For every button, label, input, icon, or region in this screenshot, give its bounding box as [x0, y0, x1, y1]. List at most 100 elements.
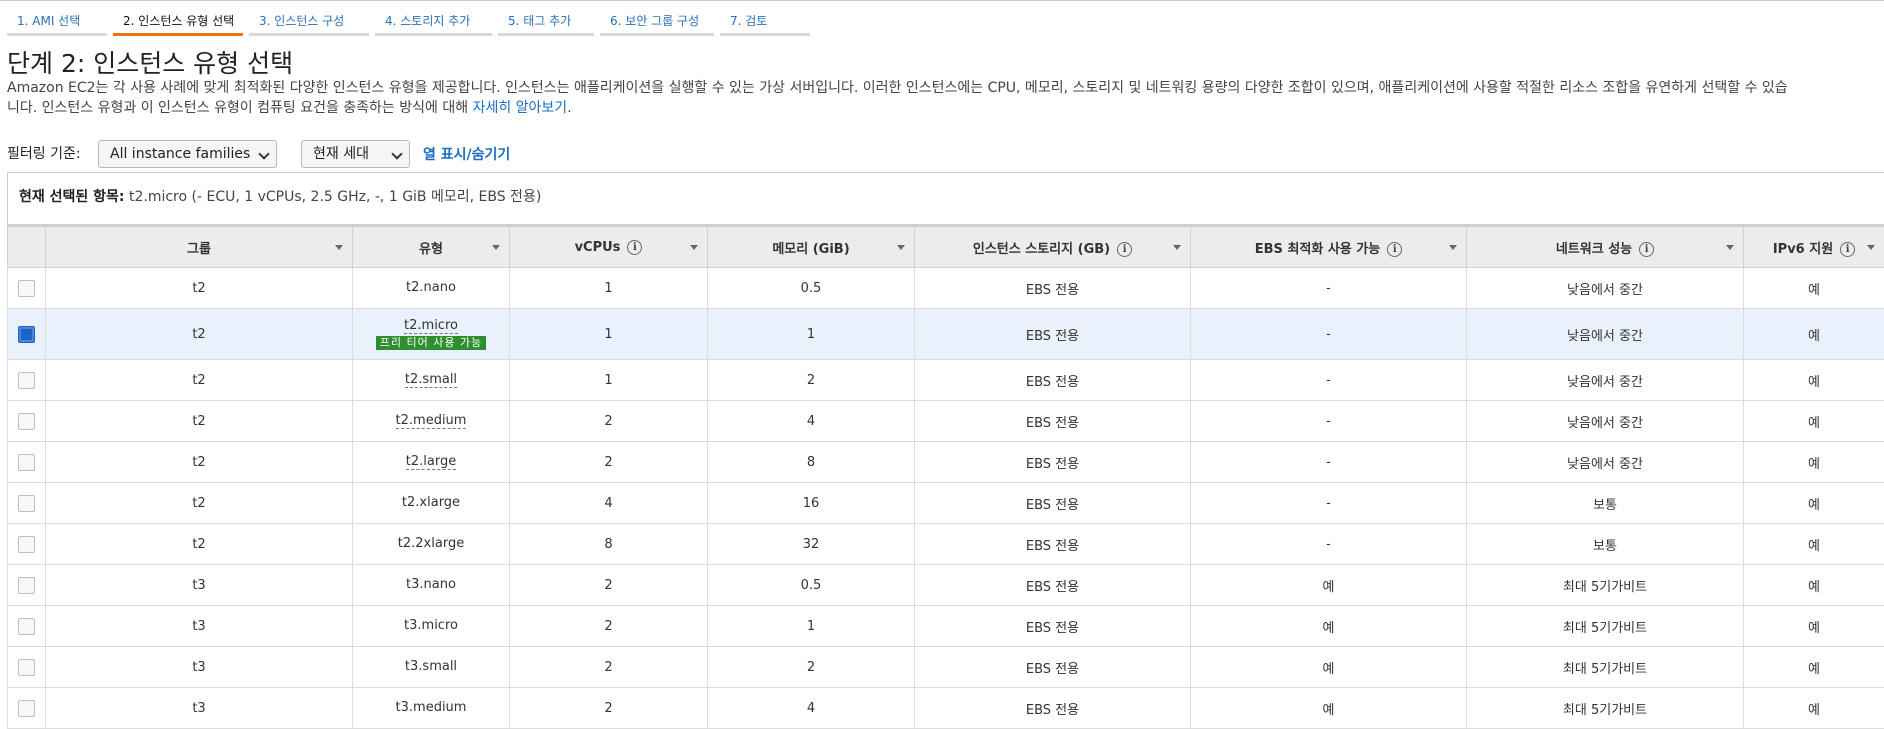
cell-vcpus: 1 — [510, 309, 708, 360]
sort-icon — [1449, 245, 1457, 250]
header-type[interactable]: 유형 — [353, 226, 510, 268]
show-hide-columns-link[interactable]: 열 표시/숨기기 — [423, 144, 510, 164]
row-checkbox[interactable] — [18, 280, 35, 297]
header-ipv6[interactable]: IPv6 지원i — [1744, 226, 1884, 268]
cell-type: t3.medium — [353, 688, 510, 729]
cell-vcpus: 2 — [510, 442, 708, 483]
header-group[interactable]: 그룹 — [46, 226, 353, 268]
table-row[interactable]: t3t3.medium24EBS 전용예최대 5기가비트예 — [8, 688, 1884, 729]
table-row[interactable]: t2t2.small12EBS 전용-낮음에서 중간예 — [8, 360, 1884, 401]
cell-group: t2 — [46, 360, 353, 401]
step-ami[interactable]: 1. AMI 선택 — [7, 2, 107, 36]
row-checkbox[interactable] — [18, 413, 35, 430]
instance-type-name: t3.medium — [396, 700, 467, 715]
table-row[interactable]: t3t3.small22EBS 전용예최대 5기가비트예 — [8, 647, 1884, 688]
page-title: 단계 2: 인스턴스 유형 선택 — [7, 44, 293, 80]
cell-type: t2.micro프리 티어 사용 가능 — [353, 309, 510, 360]
info-icon[interactable]: i — [1387, 242, 1402, 257]
step-configure[interactable]: 3. 인스턴스 구성 — [249, 2, 369, 36]
table-row[interactable]: t2t2.large28EBS 전용-낮음에서 중간예 — [8, 442, 1884, 483]
cell-ipv6: 예 — [1744, 268, 1884, 309]
row-checkbox[interactable] — [18, 454, 35, 471]
row-select-cell — [8, 606, 46, 647]
sort-icon — [690, 245, 698, 250]
cell-ipv6: 예 — [1744, 524, 1884, 565]
instance-type-name: t2.small — [405, 372, 457, 388]
table-row[interactable]: t3t3.nano20.5EBS 전용예최대 5기가비트예 — [8, 565, 1884, 606]
step-tags[interactable]: 5. 태그 추가 — [498, 2, 594, 36]
sort-icon — [897, 245, 905, 250]
row-select-cell — [8, 483, 46, 524]
current-selection-label: 현재 선택된 항목: — [19, 189, 125, 205]
instance-type-name: t2.2xlarge — [398, 536, 464, 551]
header-select — [8, 226, 46, 268]
info-icon[interactable]: i — [627, 240, 642, 255]
cell-network: 최대 5기가비트 — [1467, 565, 1744, 606]
row-checkbox[interactable] — [18, 577, 35, 594]
cell-ipv6: 예 — [1744, 647, 1884, 688]
cell-memory: 2 — [708, 647, 915, 688]
cell-storage: EBS 전용 — [915, 524, 1191, 565]
row-select-cell — [8, 309, 46, 360]
header-memory[interactable]: 메모리 (GiB) — [708, 226, 915, 268]
step-instance-type[interactable]: 2. 인스턴스 유형 선택 — [113, 2, 243, 36]
cell-vcpus: 2 — [510, 688, 708, 729]
header-ebs-optimized[interactable]: EBS 최적화 사용 가능i — [1191, 226, 1467, 268]
header-vcpus[interactable]: vCPUsi — [510, 226, 708, 268]
cell-ebs: - — [1191, 268, 1467, 309]
instance-type-name: t3.micro — [404, 618, 458, 633]
row-checkbox[interactable] — [18, 659, 35, 676]
row-checkbox[interactable] — [18, 618, 35, 635]
step-review[interactable]: 7. 검토 — [720, 2, 810, 36]
cell-memory: 16 — [708, 483, 915, 524]
cell-group: t2 — [46, 483, 353, 524]
cell-network: 낮음에서 중간 — [1467, 360, 1744, 401]
table-row[interactable]: t2t2.medium24EBS 전용-낮음에서 중간예 — [8, 401, 1884, 442]
learn-more-link[interactable]: 자세히 알아보기 — [473, 100, 568, 116]
cell-ipv6: 예 — [1744, 688, 1884, 729]
info-icon[interactable]: i — [1117, 242, 1132, 257]
cell-network: 최대 5기가비트 — [1467, 688, 1744, 729]
row-checkbox[interactable] — [18, 326, 35, 343]
cell-network: 낮음에서 중간 — [1467, 401, 1744, 442]
row-select-cell — [8, 565, 46, 606]
cell-memory: 4 — [708, 688, 915, 729]
cell-group: t3 — [46, 606, 353, 647]
cell-ebs: - — [1191, 360, 1467, 401]
row-checkbox[interactable] — [18, 495, 35, 512]
table-row[interactable]: t3t3.micro21EBS 전용예최대 5기가비트예 — [8, 606, 1884, 647]
info-icon[interactable]: i — [1840, 242, 1855, 257]
info-icon[interactable]: i — [1639, 242, 1654, 257]
row-checkbox[interactable] — [18, 372, 35, 389]
step-security-group[interactable]: 6. 보안 그룹 구성 — [600, 2, 714, 36]
step-storage[interactable]: 4. 스토리지 추가 — [375, 2, 492, 36]
table-row[interactable]: t2t2.nano10.5EBS 전용-낮음에서 중간예 — [8, 268, 1884, 309]
cell-type: t3.micro — [353, 606, 510, 647]
table-row[interactable]: t2t2.micro프리 티어 사용 가능11EBS 전용-낮음에서 중간예 — [8, 309, 1884, 360]
cell-ebs: - — [1191, 442, 1467, 483]
cell-type: t2.xlarge — [353, 483, 510, 524]
cell-network: 보통 — [1467, 483, 1744, 524]
table-row[interactable]: t2t2.2xlarge832EBS 전용-보통예 — [8, 524, 1884, 565]
generation-select[interactable]: 현재 세대 — [301, 140, 410, 168]
instance-type-name: t3.nano — [406, 577, 456, 592]
cell-vcpus: 1 — [510, 268, 708, 309]
cell-storage: EBS 전용 — [915, 565, 1191, 606]
cell-group: t3 — [46, 688, 353, 729]
cell-type: t3.small — [353, 647, 510, 688]
header-network[interactable]: 네트워크 성능i — [1467, 226, 1744, 268]
cell-group: t3 — [46, 565, 353, 606]
instance-type-name: t2.large — [406, 454, 456, 470]
cell-vcpus: 2 — [510, 647, 708, 688]
row-checkbox[interactable] — [18, 536, 35, 553]
cell-storage: EBS 전용 — [915, 647, 1191, 688]
table-row[interactable]: t2t2.xlarge416EBS 전용-보통예 — [8, 483, 1884, 524]
cell-storage: EBS 전용 — [915, 401, 1191, 442]
instance-family-value: All instance families — [110, 146, 250, 162]
header-instance-storage[interactable]: 인스턴스 스토리지 (GB)i — [915, 226, 1191, 268]
instance-family-select[interactable]: All instance families — [98, 140, 277, 168]
row-checkbox[interactable] — [18, 700, 35, 717]
cell-vcpus: 2 — [510, 401, 708, 442]
row-select-cell — [8, 442, 46, 483]
instance-type-table: 그룹 유형 vCPUsi 메모리 (GiB) 인스턴스 스토리지 (GB)i E… — [7, 225, 1884, 729]
